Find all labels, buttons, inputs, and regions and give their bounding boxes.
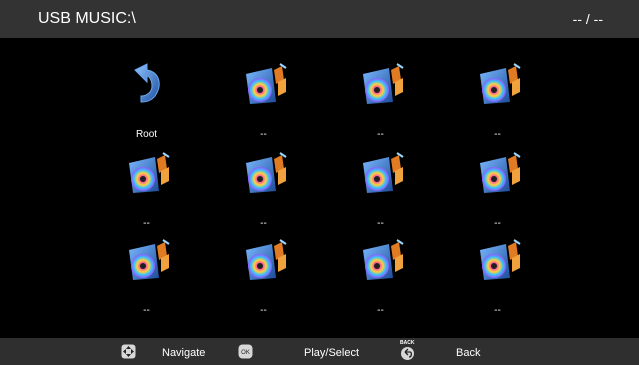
page-title: USB MUSIC:\: [38, 10, 136, 27]
item-label: --: [260, 305, 267, 316]
item-label: --: [260, 218, 267, 229]
music-file-icon: [359, 151, 405, 197]
music-file-icon: [359, 62, 405, 108]
item-label: --: [494, 218, 501, 229]
root-folder-item[interactable]: Root: [88, 62, 205, 148]
music-file-icon: [476, 238, 522, 284]
music-file-item[interactable]: --: [322, 238, 439, 324]
navigate-label: Navigate: [162, 347, 206, 359]
music-file-item[interactable]: --: [88, 238, 205, 324]
item-label: --: [143, 305, 150, 316]
item-label: --: [377, 218, 384, 229]
music-file-item[interactable]: --: [88, 151, 205, 237]
page-indicator: -- / --: [572, 11, 603, 27]
music-file-item[interactable]: --: [322, 62, 439, 148]
item-label: --: [377, 129, 384, 140]
music-file-icon: [476, 151, 522, 197]
music-file-icon: [242, 62, 288, 108]
back-button-icon: [401, 347, 414, 360]
dpad-icon: [121, 344, 136, 359]
item-label: --: [143, 218, 150, 229]
music-file-icon: [242, 238, 288, 284]
file-grid: Root -- -- -- -- -- -- -- -- -- -- --: [88, 62, 556, 320]
return-arrow-icon: [134, 63, 160, 103]
music-file-icon: [125, 151, 171, 197]
music-file-item[interactable]: --: [439, 151, 556, 237]
music-file-item[interactable]: --: [439, 238, 556, 324]
ok-button-icon: OK: [238, 344, 253, 359]
music-file-item[interactable]: --: [205, 151, 322, 237]
item-label: --: [260, 129, 267, 140]
title-bar: USB MUSIC:\ -- / --: [0, 0, 639, 38]
ok-icon-text: OK: [241, 350, 250, 356]
back-label: Back: [456, 347, 481, 359]
music-file-icon: [476, 62, 522, 108]
music-file-icon: [125, 238, 171, 284]
play-select-label: Play/Select: [304, 347, 360, 359]
music-file-item[interactable]: --: [439, 62, 556, 148]
item-label: Root: [135, 129, 158, 140]
music-file-icon: [242, 151, 288, 197]
music-file-icon: [359, 238, 405, 284]
item-label: --: [377, 305, 384, 316]
footer-bar: Navigate OK Play/Select BACK Back: [0, 338, 639, 365]
music-file-item[interactable]: --: [205, 238, 322, 324]
music-file-item[interactable]: --: [205, 62, 322, 148]
item-label: --: [494, 305, 501, 316]
music-file-item[interactable]: --: [322, 151, 439, 237]
item-label: --: [494, 129, 501, 140]
